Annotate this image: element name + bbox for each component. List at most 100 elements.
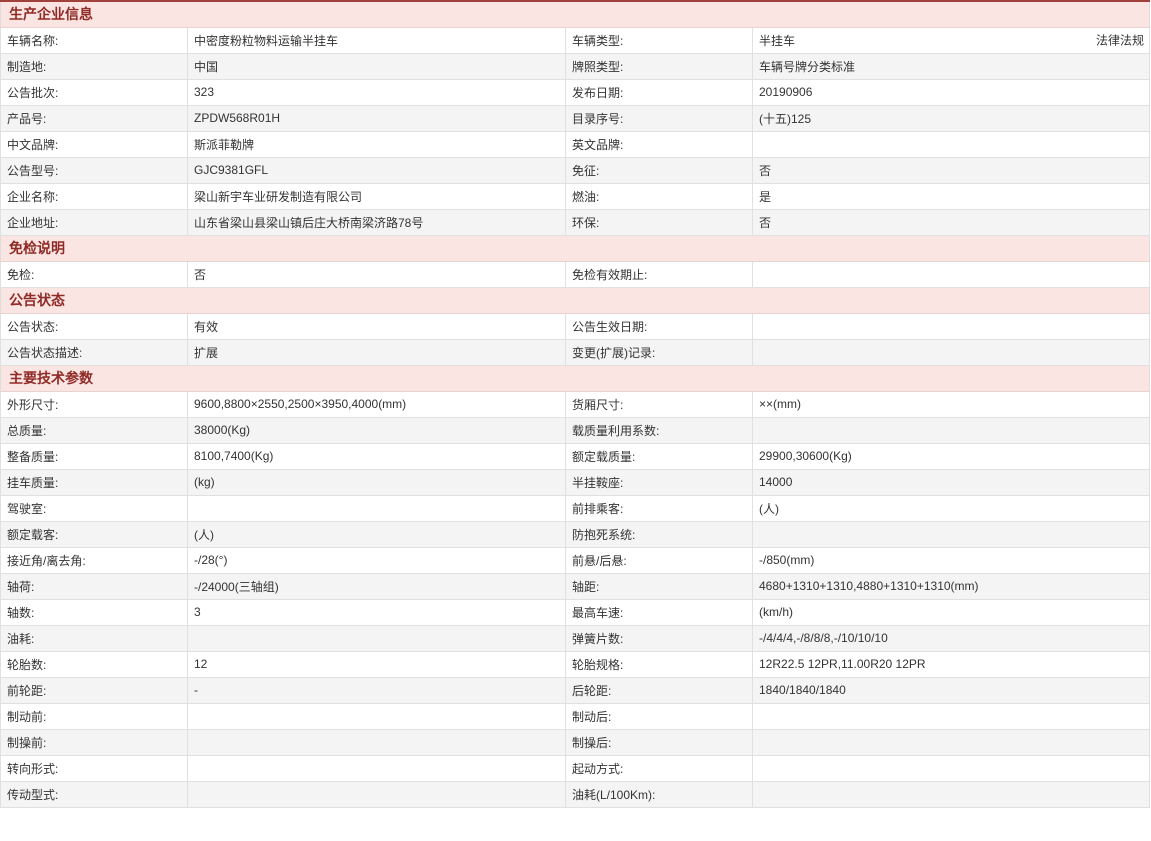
field-label-text: 后轮距: [572, 684, 611, 698]
field-label: 轮胎规格: [566, 651, 753, 677]
field-value: 323 [188, 79, 566, 105]
field-value-text: 中密度粉粒物料运输半挂车 [194, 34, 338, 48]
table-row: 公告型号:GJC9381GFL免征:否 [1, 157, 1150, 183]
field-label-text: 企业地址: [7, 216, 58, 230]
field-value-text: 有效 [194, 320, 218, 334]
field-label-text: 牌照类型: [572, 60, 623, 74]
field-label: 转向形式: [1, 755, 188, 781]
field-label: 轮胎数: [1, 651, 188, 677]
section-header-row: 主要技术参数 [1, 365, 1150, 391]
field-value-text: (人) [194, 528, 214, 542]
field-label-text: 载质量利用系数: [572, 424, 659, 438]
field-label: 公告批次: [1, 79, 188, 105]
field-label-text: 企业名称: [7, 190, 58, 204]
field-label-text: 转向形式: [7, 762, 58, 776]
field-label-text: 油耗(L/100Km): [572, 788, 655, 802]
field-value [188, 755, 566, 781]
section-header-row: 生产企业信息 [1, 1, 1150, 27]
field-label-text: 挂车质量: [7, 476, 58, 490]
section-header-row: 公告状态 [1, 287, 1150, 313]
field-value: (人) [188, 521, 566, 547]
field-label: 半挂鞍座: [566, 469, 753, 495]
field-label-text: 免检有效期止: [572, 268, 647, 282]
field-label-text: 前排乘客: [572, 502, 623, 516]
field-value: 3 [188, 599, 566, 625]
field-label-text: 公告状态: [7, 320, 58, 334]
field-label: 接近角/离去角: [1, 547, 188, 573]
field-label: 油耗: [1, 625, 188, 651]
field-value-text: -/28(°) [194, 553, 227, 567]
field-label: 车辆名称: [1, 27, 188, 53]
field-value: 斯派菲勒牌 [188, 131, 566, 157]
field-value: 否 [188, 261, 566, 287]
field-label: 额定载客: [1, 521, 188, 547]
field-label-text: 目录序号: [572, 112, 623, 126]
field-value [188, 781, 566, 807]
field-label-text: 发布日期: [572, 86, 623, 100]
field-value [753, 261, 1150, 287]
field-label-text: 驾驶室: [7, 502, 46, 516]
field-label: 前排乘客: [566, 495, 753, 521]
vehicle-announcement-table: 生产企业信息车辆名称: 中密度粉粒物料运输半挂车 车辆类型: 半挂车法律法规制造地: 中… [0, 0, 1150, 808]
field-label: 产品号: [1, 105, 188, 131]
field-value: 半挂车法律法规 [753, 27, 1150, 53]
field-label-text: 额定载客: [7, 528, 58, 542]
table-row: 制操前: 制操后: [1, 729, 1150, 755]
field-value-text: 3 [194, 605, 201, 619]
field-value-text: (人) [759, 502, 779, 516]
field-value-text: 323 [194, 85, 214, 99]
field-label-text: 制造地: [7, 60, 46, 74]
field-label-text: 前悬/后悬: [572, 554, 627, 568]
table-row: 转向形式: 起动方式: [1, 755, 1150, 781]
field-label: 挂车质量: [1, 469, 188, 495]
table-row: 总质量:38000(Kg)载质量利用系数: [1, 417, 1150, 443]
field-value-text: GJC9381GFL [194, 163, 268, 177]
field-label-text: 车辆类型: [572, 34, 623, 48]
field-label: 外形尺寸: [1, 391, 188, 417]
field-label-text: 传动型式: [7, 788, 58, 802]
field-value: -/28(°) [188, 547, 566, 573]
field-label-text: 中文品牌: [7, 138, 58, 152]
table-row: 产品号:ZPDW568R01H目录序号:(十五)125 [1, 105, 1150, 131]
field-value-text: 4680+1310+1310,4880+1310+1310(mm) [759, 579, 979, 593]
table-row: 外形尺寸:9600,8800×2550,2500×3950,4000(mm)货厢… [1, 391, 1150, 417]
field-value [753, 521, 1150, 547]
field-value-text: 山东省梁山县梁山镇后庄大桥南梁济路78号 [194, 216, 423, 230]
field-label-text: 前轮距: [7, 684, 46, 698]
field-label-text: 轮胎规格: [572, 658, 623, 672]
field-value-text: 梁山新宇车业研发制造有限公司 [194, 190, 362, 204]
field-value-text: 斯派菲勒牌 [194, 138, 254, 152]
field-value-text: -/850(mm) [759, 553, 814, 567]
field-value [753, 703, 1150, 729]
field-value-text: 否 [759, 216, 771, 230]
field-value: 否 [753, 157, 1150, 183]
field-label: 免检: [1, 261, 188, 287]
field-label: 制操前: [1, 729, 188, 755]
field-label: 免检有效期止: [566, 261, 753, 287]
field-label-text: 外形尺寸: [7, 398, 58, 412]
table-row: 中文品牌:斯派菲勒牌英文品牌: [1, 131, 1150, 157]
field-label: 变更(扩展)记录: [566, 339, 753, 365]
field-label: 制动后: [566, 703, 753, 729]
field-label-text: 变更(扩展)记录: [572, 346, 655, 360]
field-value-text: 12 [194, 657, 207, 671]
field-value: (十五)125 [753, 105, 1150, 131]
field-label: 载质量利用系数: [566, 417, 753, 443]
field-label-text: 免征: [572, 164, 599, 178]
field-value: 20190906 [753, 79, 1150, 105]
field-label-text: 总质量: [7, 424, 46, 438]
field-label-text: 环保: [572, 216, 599, 230]
table-row: 制造地:中国牌照类型:车辆号牌分类标准 [1, 53, 1150, 79]
field-value [753, 417, 1150, 443]
field-label: 目录序号: [566, 105, 753, 131]
field-value [753, 339, 1150, 365]
field-label-text: 制操后: [572, 736, 611, 750]
field-value-text: 否 [759, 164, 771, 178]
field-label-text: 额定载质量: [572, 450, 635, 464]
field-value: (人) [753, 495, 1150, 521]
field-label-text: 起动方式: [572, 762, 623, 776]
field-label-text: 制动前: [7, 710, 46, 724]
field-value-text: 中国 [194, 60, 218, 74]
field-label: 环保: [566, 209, 753, 235]
laws-regulations-link[interactable]: 法律法规 [1096, 32, 1144, 49]
